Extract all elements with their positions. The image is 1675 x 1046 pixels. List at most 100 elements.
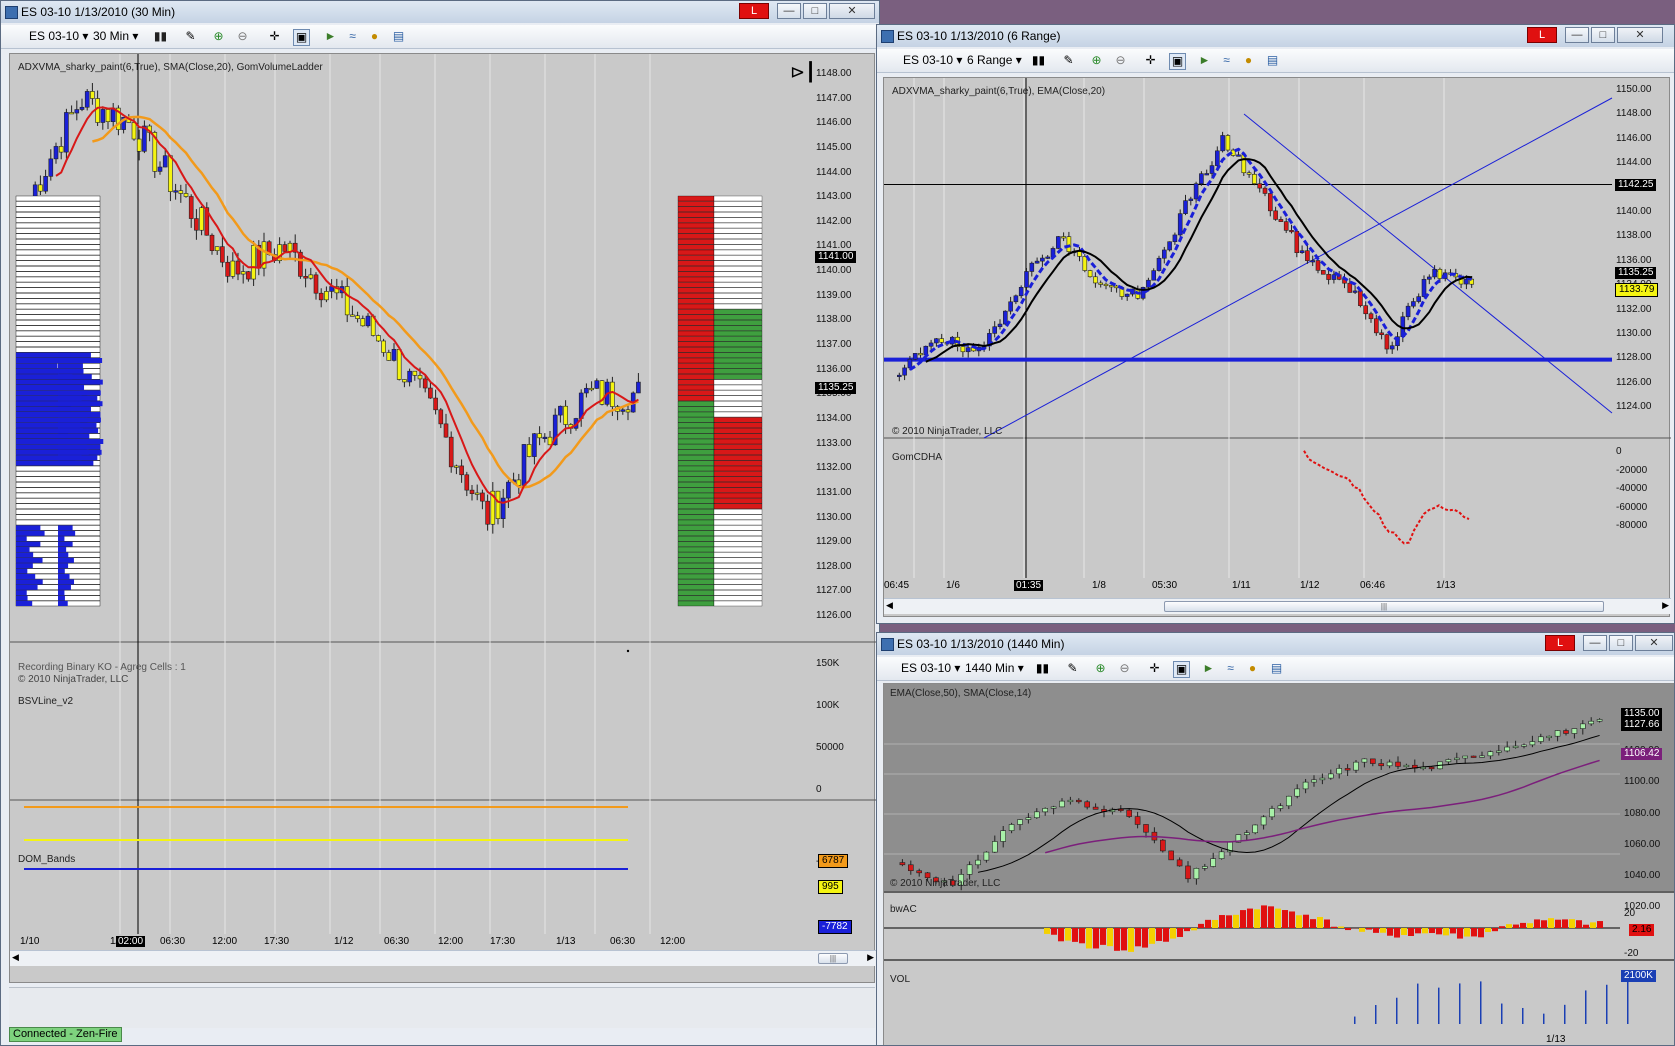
red-indicator-button[interactable]: L [739,3,769,19]
close-button[interactable]: ✕ [1617,27,1663,43]
ladder-volume-bar [58,449,102,455]
properties-icon[interactable]: ● [367,29,382,44]
recording-text: Recording Binary KO - Agreg Cells : 1 [18,662,186,673]
zoom-in-icon[interactable]: ⊕ [211,29,226,44]
draw-tool-icon[interactable]: ✎ [183,29,198,44]
candle-body [214,246,220,251]
draw-tool-icon[interactable]: ✎ [1061,53,1076,68]
candle-body [443,423,449,438]
crosshair-icon[interactable]: ✛ [267,29,282,44]
instrument-selector[interactable]: ES 03-10 ▾ [29,28,88,45]
strategy-icon[interactable]: ► [1197,53,1212,68]
ladder-cell [15,282,101,288]
volume-bar [1375,1005,1377,1024]
dom-bid-ask-cell [677,282,715,288]
candle-body [438,409,444,425]
close-button[interactable]: ✕ [829,3,875,19]
price-tick: 1140.00 [816,265,852,277]
candle-body [1252,824,1259,834]
candle-body [53,146,59,160]
crosshair-icon[interactable]: ✛ [1143,53,1158,68]
properties-icon[interactable]: ● [1241,53,1256,68]
draw-tool-icon[interactable]: ✎ [1065,661,1080,676]
dom-bid-ask-cell [677,379,715,385]
scroll-end-icon[interactable]: ⊳┃ [790,62,816,83]
red-indicator-button[interactable]: L [1527,27,1557,43]
zoom-out-icon[interactable]: ⊖ [1113,53,1128,68]
copyright: © 2010 NinjaTrader, LLC [18,674,129,685]
interval-selector[interactable]: 1440 Min ▾ [965,660,1024,677]
title-bar[interactable]: ES 03-10 1/13/2010 (30 Min) L — □ ✕ [1,1,879,23]
minimize-button[interactable]: — [1583,635,1607,651]
dom-volume-cell [713,525,763,531]
interval-selector[interactable]: 30 Min ▾ [93,28,138,45]
ac-bar [1485,928,1491,933]
zoom-out-icon[interactable]: ⊖ [235,29,250,44]
maximize-button[interactable]: □ [1591,27,1615,43]
snapshot-icon[interactable]: ▣ [1173,661,1190,678]
dom-volume-cell [713,341,763,347]
title-bar[interactable]: ES 03-10 1/13/2010 (6 Range) L — □ ✕ [877,25,1674,47]
scrollbar-thumb[interactable]: ||| [1164,601,1604,612]
zoom-in-icon[interactable]: ⊕ [1093,661,1108,676]
price-tick: 1133.00 [816,437,852,449]
zoom-out-icon[interactable]: ⊖ [1117,661,1132,676]
candle-body [966,864,973,875]
minimize-button[interactable]: — [1565,27,1589,43]
dom-volume-cell [713,271,763,277]
data-box-icon[interactable]: ▤ [1269,661,1284,676]
ac-bar [1205,919,1211,928]
ladder-volume-bar [58,374,92,380]
scrollbar-thumb[interactable]: ||| [818,953,848,964]
close-button[interactable]: ✕ [1635,635,1673,651]
red-indicator-button[interactable]: L [1545,635,1575,651]
candle-body [422,378,428,389]
bar-style-icon[interactable]: ▮▮ [1035,661,1050,676]
instrument-selector[interactable]: ES 03-10 ▾ [901,660,960,677]
dom-blue-marker: -7782 [818,920,852,934]
chart-area-1440min[interactable]: EMA(Close,50), SMA(Close,14) © 2010 Ninj… [883,683,1674,1045]
ac-bar [1338,926,1344,928]
candle-body [1025,817,1032,820]
bar-style-icon[interactable]: ▮▮ [1031,53,1046,68]
price-tick: 1136.00 [816,363,852,375]
ac-bar [1163,928,1169,942]
interval-selector[interactable]: 6 Range ▾ [967,52,1022,69]
indicators-icon[interactable]: ≈ [1219,53,1234,68]
minimize-button[interactable]: — [777,3,801,19]
data-box-icon[interactable]: ▤ [391,29,406,44]
candle-body [916,870,923,874]
data-box-icon[interactable]: ▤ [1265,53,1280,68]
chart-area-6range[interactable]: ADXVMA_sharky_paint(6,True), EMA(Close,2… [883,77,1671,617]
ac-value-marker: 2.16 [1629,924,1655,936]
ac-bar [1548,918,1554,928]
ac-bar [1324,919,1330,928]
bar-style-icon[interactable]: ▮▮ [153,29,168,44]
crosshair-icon[interactable]: ✛ [1147,661,1162,676]
snapshot-icon[interactable]: ▣ [1169,53,1186,70]
properties-icon[interactable]: ● [1245,661,1260,676]
snapshot-icon[interactable]: ▣ [293,29,310,46]
ladder-volume-bar [16,568,28,574]
chart-area-30min[interactable]: ADXVMA_sharky_paint(6,True), SMA(Close,2… [9,53,876,983]
maximize-button[interactable]: □ [803,3,827,19]
indicators-icon[interactable]: ≈ [345,29,360,44]
ladder-cell [15,471,101,477]
title-bar[interactable]: ES 03-10 1/13/2010 (1440 Min) L — □ ✕ [877,633,1674,655]
dom-bid-ask-cell [677,455,715,461]
chart-toolbar: ES 03-10 ▾ 30 Min ▾ ▮▮ ✎ ⊕ ⊖ ✛ ▣ ► ≈ ● ▤ [1,25,879,49]
ac-bar [1576,920,1582,928]
price-tick: 1146.00 [1616,132,1652,144]
horizontal-scrollbar[interactable]: ◀ ||| ▶ [10,950,876,966]
dom-volume-cell [713,460,763,466]
strategy-icon[interactable]: ► [323,29,338,44]
dom-volume-cell [713,239,763,245]
strategy-icon[interactable]: ► [1201,661,1216,676]
horizontal-scrollbar[interactable]: ◀ ||| ▶ [884,598,1671,614]
instrument-selector[interactable]: ES 03-10 ▾ [903,52,962,69]
maximize-button[interactable]: □ [1609,635,1633,651]
indicators-icon[interactable]: ≈ [1223,661,1238,676]
candle-body [1024,271,1029,288]
candle-body [1353,761,1359,771]
zoom-in-icon[interactable]: ⊕ [1089,53,1104,68]
